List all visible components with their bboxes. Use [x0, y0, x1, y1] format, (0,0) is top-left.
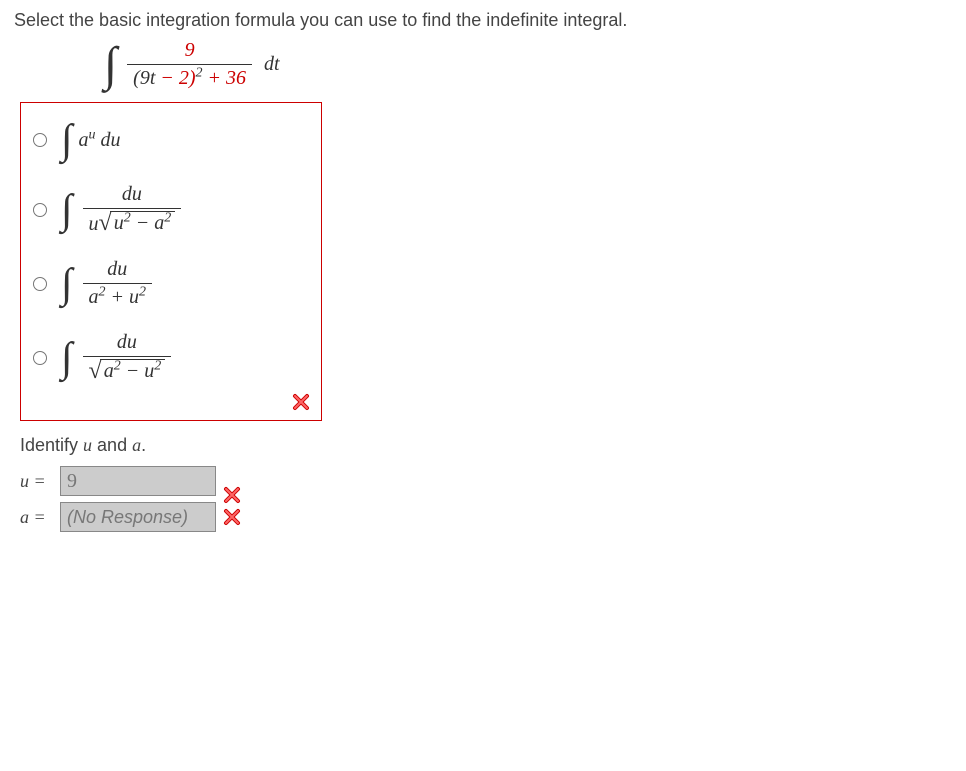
integral-symbol: ∫	[104, 41, 117, 89]
integral-dt: dt	[264, 53, 280, 76]
u-label: u =	[20, 471, 60, 492]
a-label: a =	[20, 507, 60, 528]
option-4-radio[interactable]	[33, 351, 47, 365]
u-answer-row: u =	[20, 466, 952, 496]
option-2-radio[interactable]	[33, 203, 47, 217]
option-4-expr: du √a2 − u2	[83, 331, 172, 384]
option-4[interactable]: ∫ du √a2 − u2	[27, 331, 315, 384]
incorrect-icon	[222, 507, 242, 527]
option-3[interactable]: ∫ du a2 + u2	[27, 258, 315, 309]
a-answer-row: a =	[20, 502, 952, 532]
integral-symbol: ∫	[61, 189, 73, 231]
integral-symbol: ∫	[61, 337, 73, 379]
u-input[interactable]	[60, 466, 216, 496]
option-3-radio[interactable]	[33, 277, 47, 291]
option-2[interactable]: ∫ du u√u2 − a2	[27, 183, 315, 236]
option-3-expr: du a2 + u2	[83, 258, 153, 309]
question-prompt: Select the basic integration formula you…	[14, 10, 952, 31]
option-1-radio[interactable]	[33, 133, 47, 147]
integral-denominator: (9t − 2)2 + 36	[127, 64, 252, 90]
incorrect-icon	[291, 392, 311, 412]
option-1[interactable]: ∫ au du	[27, 119, 315, 161]
integral-symbol: ∫	[61, 263, 73, 305]
option-1-expr: au du	[79, 129, 121, 152]
integral-numerator: 9	[179, 39, 201, 64]
identify-prompt: Identify u and a.	[20, 435, 952, 456]
option-2-expr: du u√u2 − a2	[83, 183, 182, 236]
options-group: ∫ au du ∫ du u√u2 − a2 ∫ du a2 + u2	[20, 102, 322, 421]
integral-fraction: 9 (9t − 2)2 + 36	[127, 39, 252, 90]
incorrect-icon	[222, 485, 242, 505]
integral-symbol: ∫	[61, 119, 73, 161]
main-integral: ∫ 9 (9t − 2)2 + 36 dt	[104, 39, 952, 90]
a-input[interactable]	[60, 502, 216, 532]
